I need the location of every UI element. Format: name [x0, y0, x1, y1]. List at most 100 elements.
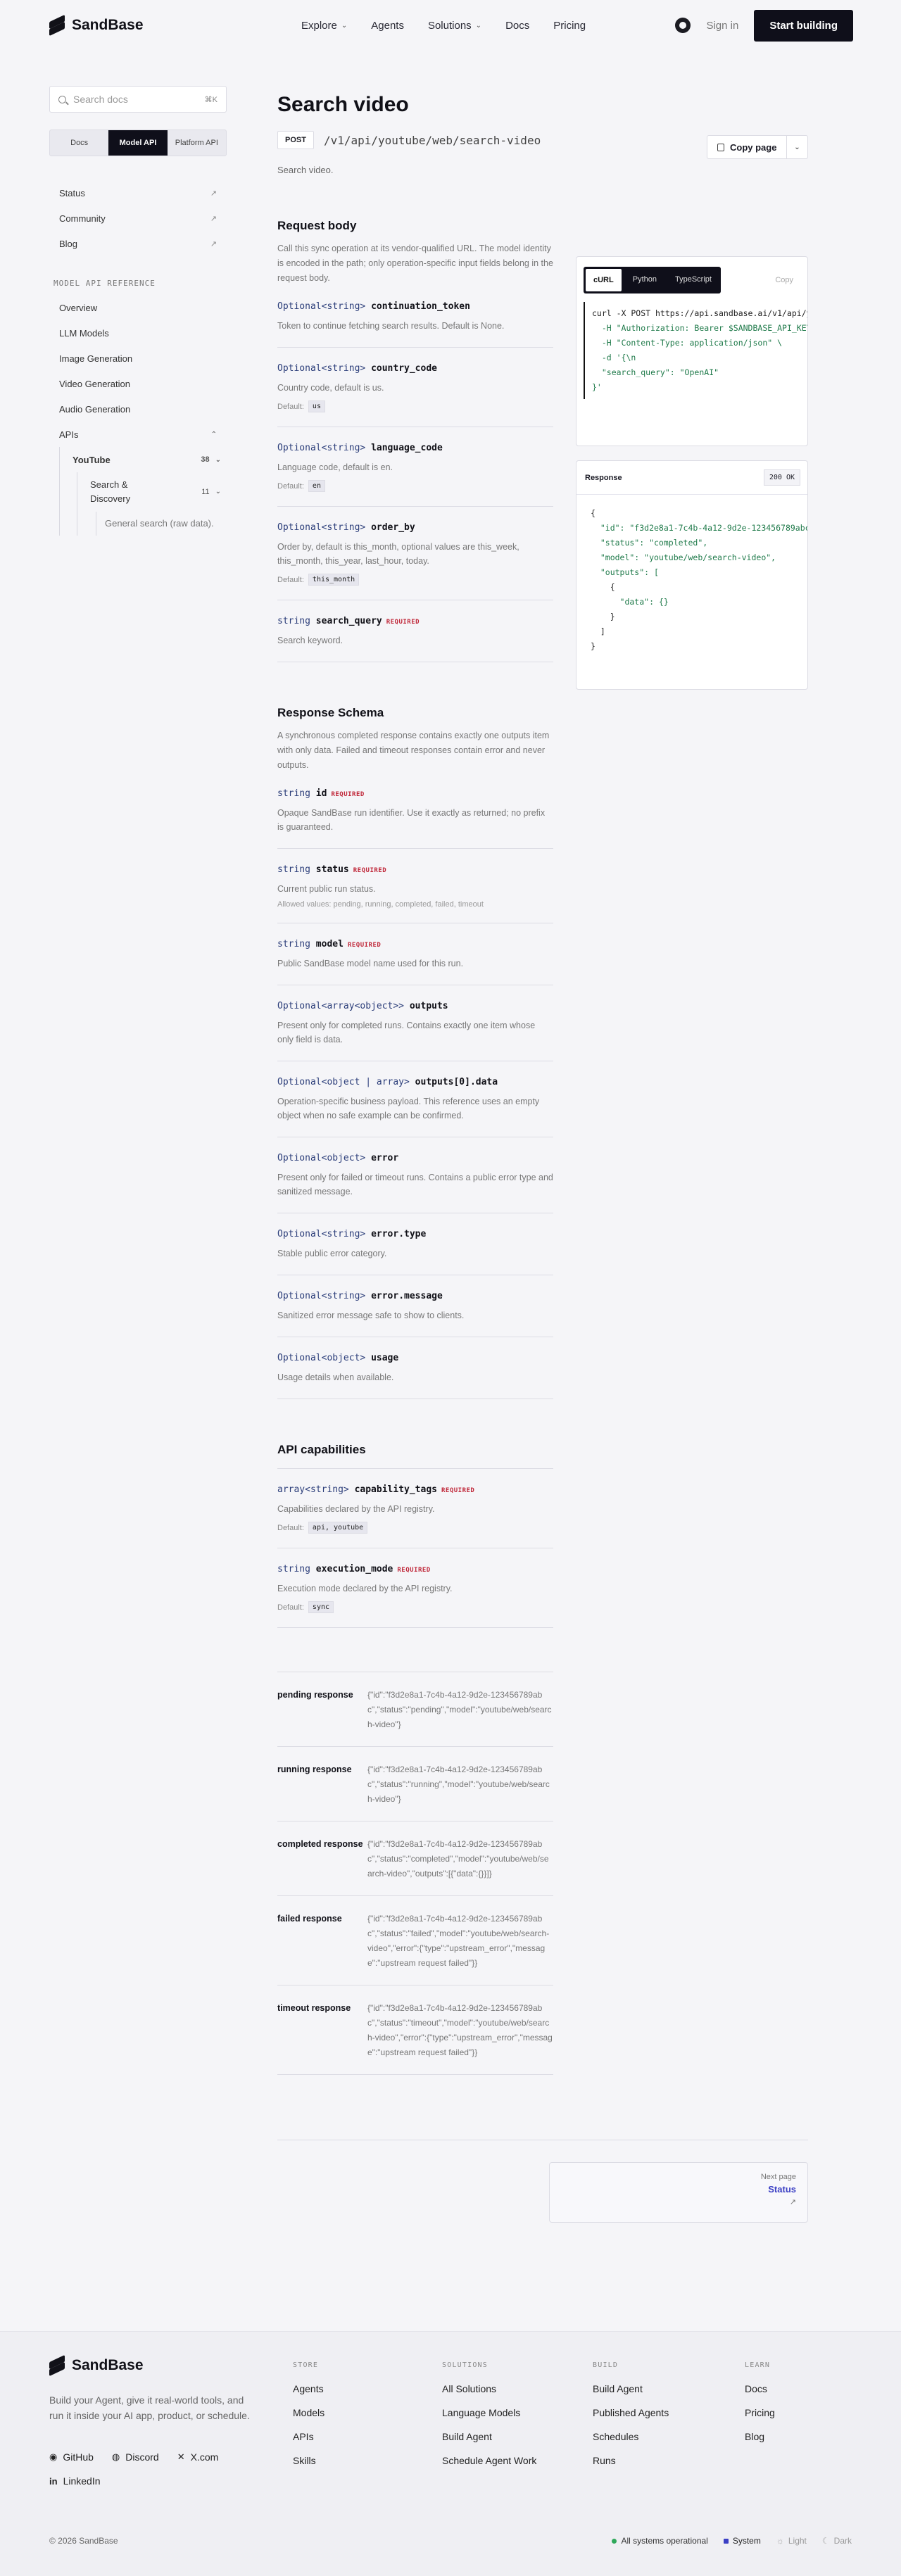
- nav-docs[interactable]: Docs: [505, 20, 529, 32]
- param-description: Execution mode declared by the API regis…: [277, 1584, 453, 1593]
- social-links: ◉ GitHub ◍ Discord ✕ X.com in LinkedIn: [49, 2451, 260, 2487]
- footer-column-heading: STORE: [293, 2361, 319, 2369]
- footer-link[interactable]: Runs: [593, 2455, 669, 2466]
- request-body-intro: Call this sync operation at its vendor-q…: [277, 244, 553, 283]
- footer-link[interactable]: Agents: [293, 2383, 325, 2394]
- status-badge: 200 OK: [763, 469, 800, 486]
- sidebar-item-audio-generation[interactable]: Audio Generation: [49, 396, 227, 422]
- footer-link[interactable]: APIs: [293, 2431, 325, 2442]
- nav-agents[interactable]: Agents: [371, 20, 404, 32]
- nav-agents-label: Agents: [371, 19, 404, 32]
- system-status-label: All systems operational: [621, 2536, 708, 2546]
- nav-pricing-label: Pricing: [553, 19, 586, 32]
- footer-link[interactable]: Models: [293, 2407, 325, 2418]
- param-default: Default: this_month: [277, 574, 553, 586]
- tab-python[interactable]: Python: [624, 267, 666, 293]
- footer-link[interactable]: Schedule Agent Work: [442, 2455, 536, 2466]
- param-signature: string model REQUIRED: [277, 939, 553, 949]
- sidebar-item-youtube[interactable]: YouTube 38 ⌄: [67, 447, 227, 472]
- response-schema-section: Response Schema A synchronous completed …: [277, 706, 553, 1399]
- param-type: Optional<string>: [277, 1229, 366, 1239]
- param-description: Operation-specific business payload. Thi…: [277, 1097, 540, 1120]
- code-line: {: [591, 508, 596, 518]
- footer-link[interactable]: Schedules: [593, 2431, 669, 2442]
- copy-page-main[interactable]: Copy page: [707, 142, 786, 153]
- nav-pricing[interactable]: Pricing: [553, 20, 586, 32]
- footer-link[interactable]: Published Agents: [593, 2407, 669, 2418]
- segment-docs[interactable]: Docs: [50, 130, 108, 156]
- github-icon[interactable]: [675, 18, 691, 33]
- sidebar-link-status[interactable]: Status ↗: [49, 180, 227, 206]
- segment-platform-api[interactable]: Platform API: [168, 130, 226, 156]
- sidebar-link-blog[interactable]: Blog ↗: [49, 231, 227, 256]
- theme-light[interactable]: ☼ Light: [776, 2536, 807, 2546]
- sidebar-item-overview[interactable]: Overview: [49, 295, 227, 320]
- social-github[interactable]: ◉ GitHub: [49, 2451, 94, 2463]
- request-body-heading: Request body: [277, 219, 357, 232]
- footer-link[interactable]: Pricing: [745, 2407, 775, 2418]
- footer-column-heading: BUILD: [593, 2361, 619, 2369]
- param-name: outputs: [409, 1001, 448, 1011]
- footer-link[interactable]: Skills: [293, 2455, 325, 2466]
- header-actions: Sign in Start building: [675, 9, 853, 42]
- tab-curl[interactable]: cURL: [585, 268, 622, 292]
- code-line: -H "Content-Type: application/json" \: [592, 338, 783, 348]
- sandbase-logo-icon: [49, 14, 65, 37]
- sidebar-item-general-search[interactable]: General search (raw data).: [96, 512, 227, 536]
- param-name: error: [371, 1153, 399, 1163]
- count-badge: 38 ⌄: [201, 455, 221, 464]
- chevron-down-icon: ⌄: [341, 21, 348, 30]
- theme-system[interactable]: System: [723, 2536, 761, 2546]
- param-type: string: [277, 1564, 310, 1574]
- footer-link[interactable]: Build Agent: [442, 2431, 536, 2442]
- copy-page-button[interactable]: Copy page ⌄: [707, 135, 808, 159]
- param-signature: Optional<string> continuation_token: [277, 301, 553, 312]
- param-type: Optional<string>: [277, 363, 366, 374]
- system-status[interactable]: All systems operational: [612, 2536, 708, 2546]
- param-row: string search_query REQUIRED Search keywor…: [277, 600, 553, 662]
- param-signature: Optional<string> error.type: [277, 1229, 553, 1239]
- sidebar-item-video-generation[interactable]: Video Generation: [49, 371, 227, 396]
- nav-explore[interactable]: Explore ⌄: [301, 20, 347, 32]
- social-x[interactable]: ✕ X.com: [177, 2451, 219, 2463]
- footer-logo[interactable]: SandBase: [49, 2354, 144, 2377]
- social-label: X.com: [190, 2451, 219, 2463]
- social-discord[interactable]: ◍ Discord: [112, 2451, 159, 2463]
- start-building-button[interactable]: Start building: [754, 9, 853, 42]
- footer-link[interactable]: Language Models: [442, 2407, 536, 2418]
- sidebar-item-search-discovery[interactable]: Search & Discovery 11 ⌄: [84, 472, 227, 512]
- sidebar-item-image-generation[interactable]: Image Generation: [49, 346, 227, 371]
- tab-typescript[interactable]: TypeScript: [666, 267, 721, 293]
- param-row: Optional<string> order_by Order by, defau…: [277, 507, 553, 600]
- footer-link[interactable]: All Solutions: [442, 2383, 536, 2394]
- theme-dark[interactable]: ☾ Dark: [822, 2536, 852, 2546]
- param-signature: Optional<object> usage: [277, 1353, 553, 1363]
- required-badge: REQUIRED: [331, 791, 365, 798]
- param-description: Language code, default is en.: [277, 462, 393, 472]
- sidebar-item-llm-models[interactable]: LLM Models: [49, 320, 227, 346]
- footer-link[interactable]: Docs: [745, 2383, 775, 2394]
- footer-link[interactable]: Build Agent: [593, 2383, 669, 2394]
- search-input[interactable]: Search docs ⌘K: [49, 86, 227, 113]
- param-default: Default: sync: [277, 1601, 553, 1613]
- nav-solutions[interactable]: Solutions ⌄: [428, 20, 481, 32]
- response-panel-header: Response 200 OK: [576, 461, 807, 495]
- social-label: LinkedIn: [63, 2475, 101, 2487]
- copy-code-button[interactable]: Copy: [775, 276, 800, 284]
- code-line: ]: [591, 626, 605, 636]
- next-page-card[interactable]: Next page Status ↗: [549, 2162, 808, 2223]
- sidebar-item-apis[interactable]: APIs ⌃: [49, 422, 227, 447]
- param-row: string execution_mode REQUIRED Execution m…: [277, 1548, 553, 1628]
- segment-model-api[interactable]: Model API: [108, 130, 168, 156]
- social-linkedin[interactable]: in LinkedIn: [49, 2475, 101, 2487]
- brand-logo[interactable]: SandBase: [49, 14, 144, 37]
- footer-link[interactable]: Blog: [745, 2431, 775, 2442]
- sidebar-link-label: Community: [59, 213, 106, 224]
- chevron-down-icon[interactable]: ⌄: [786, 136, 807, 158]
- param-default-value: en: [308, 480, 325, 492]
- curl-code-block: curl -X POST https://api.sandbase.ai/v1/…: [584, 302, 807, 399]
- signin-link[interactable]: Sign in: [706, 20, 738, 32]
- param-signature: Optional<string> order_by: [277, 522, 553, 533]
- sidebar-link-community[interactable]: Community ↗: [49, 206, 227, 231]
- search-icon: [58, 95, 66, 103]
